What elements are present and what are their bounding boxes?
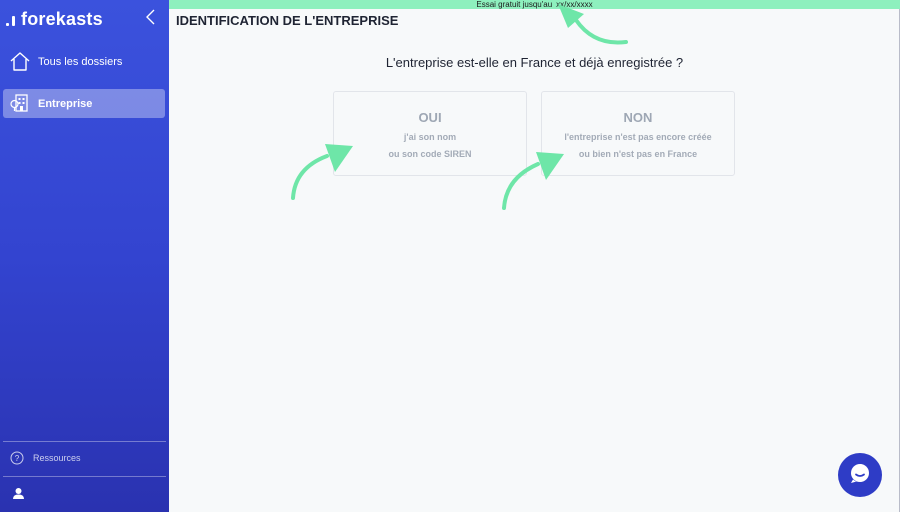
home-icon xyxy=(9,50,31,72)
choice-non-card[interactable]: NON l'entreprise n'est pas encore créée … xyxy=(541,91,735,176)
chevron-left-icon[interactable] xyxy=(143,8,159,26)
sidebar: forekasts Tous les dossiers Entreprise ?… xyxy=(0,0,169,512)
choice-line: j'ai son nom xyxy=(403,132,457,142)
arrow-annotation-icon xyxy=(291,144,353,200)
svg-text:?: ? xyxy=(15,454,20,463)
arrow-annotation-icon xyxy=(558,4,628,45)
sidebar-item-ressources[interactable]: ? Ressources xyxy=(10,451,81,465)
choice-title: OUI xyxy=(418,110,442,125)
sidebar-item-entreprise[interactable]: Entreprise xyxy=(3,89,165,118)
logo-icon xyxy=(6,12,15,26)
resources-label: Ressources xyxy=(33,453,81,463)
main-content: Essai gratuit jusqu'au xx/xx/xxxx IDENTI… xyxy=(169,0,900,512)
sidebar-item-label: Tous les dossiers xyxy=(38,55,123,68)
trial-label: Essai gratuit jusqu'au xyxy=(476,0,553,9)
arrow-annotation-icon xyxy=(502,152,564,210)
choice-line: ou bien n'est pas en France xyxy=(578,149,698,159)
question-text: L'entreprise est-elle en France et déjà … xyxy=(385,55,684,70)
brand-name: forekasts xyxy=(21,8,103,29)
page-title: IDENTIFICATION DE L'ENTREPRISE xyxy=(176,13,399,28)
sidebar-divider xyxy=(3,476,166,477)
choice-line: l'entreprise n'est pas encore créée xyxy=(564,132,712,142)
help-circle-icon: ? xyxy=(10,451,24,465)
choice-title: NON xyxy=(623,110,653,125)
company-icon xyxy=(9,92,31,114)
user-icon[interactable] xyxy=(12,487,25,500)
trial-banner: Essai gratuit jusqu'au xx/xx/xxxx xyxy=(169,0,900,9)
chat-bubble-icon xyxy=(848,461,872,490)
brand-logo[interactable]: forekasts xyxy=(6,8,103,30)
sidebar-divider xyxy=(3,441,166,442)
sidebar-item-tous-les-dossiers[interactable]: Tous les dossiers xyxy=(3,47,165,76)
chat-button[interactable] xyxy=(838,453,882,497)
sidebar-item-label: Entreprise xyxy=(38,97,93,110)
